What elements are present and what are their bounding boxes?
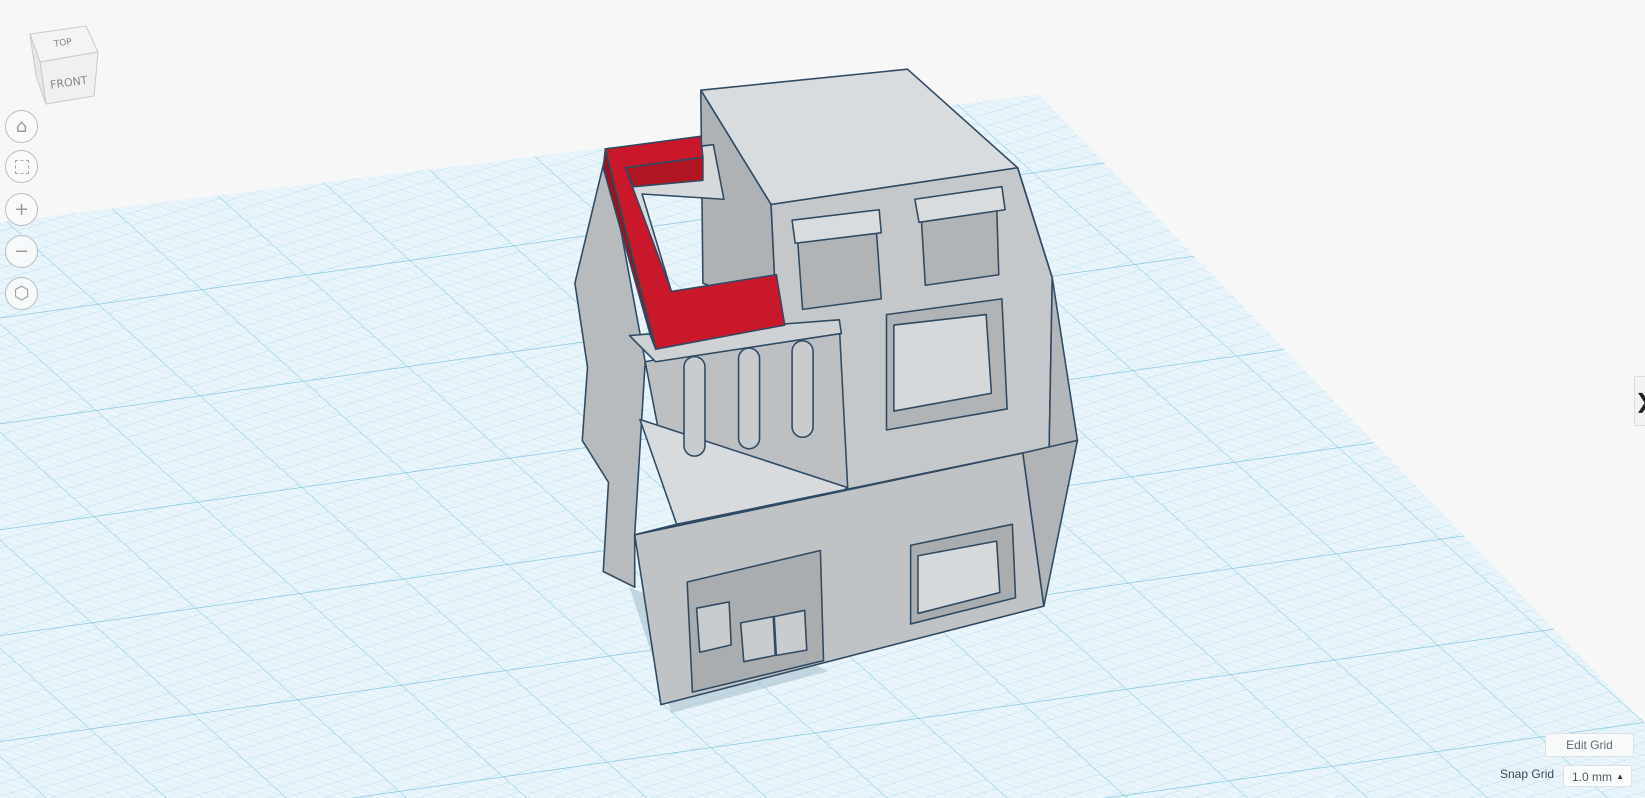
zoom-in-button[interactable]: + [5,193,38,226]
minus-icon: − [13,241,30,262]
home-icon: ⌂ [15,116,28,137]
home-view-button[interactable]: ⌂ [5,110,38,143]
zoom-out-button[interactable]: − [5,235,38,268]
panel-toggle-tab[interactable]: ❯ [1634,376,1645,426]
snap-grid-select[interactable]: 1.0 mm ▲ [1563,765,1632,787]
plus-icon: + [13,199,30,220]
chevron-right-icon: ❯ [1635,389,1645,413]
fit-frame-icon [14,159,29,174]
fit-all-button[interactable] [5,150,38,183]
perspective-toggle-button[interactable]: ⬡ [5,277,38,310]
cube-icon: ⬡ [13,283,30,304]
snap-grid-value: 1.0 mm [1572,770,1613,784]
3d-workplane-viewport[interactable] [0,0,1645,798]
building-model[interactable] [574,68,1079,714]
edit-grid-button[interactable]: Edit Grid [1545,733,1634,757]
snap-grid-label: Snap Grid [1500,767,1555,781]
view-cube[interactable]: TOP FRONT [26,24,106,109]
caret-up-icon: ▲ [1616,772,1624,781]
